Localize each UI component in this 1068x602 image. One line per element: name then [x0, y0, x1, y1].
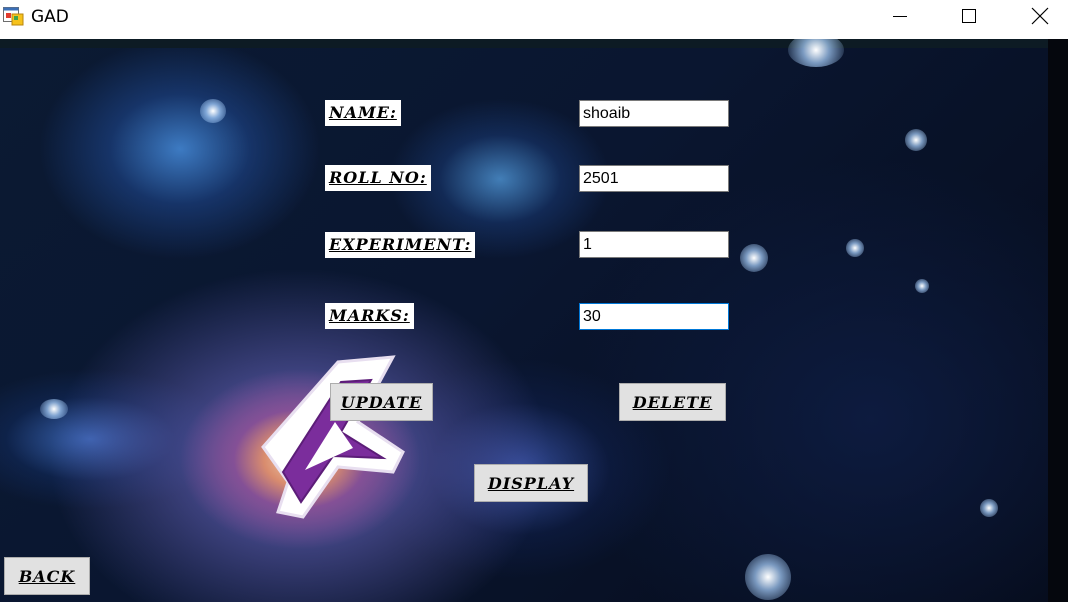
window-title: GAD — [31, 7, 69, 27]
experiment-label: EXPERIMENT: — [325, 232, 476, 258]
sparkle-decoration — [915, 279, 929, 293]
right-border-strip — [1048, 39, 1068, 602]
app-form-icon — [3, 5, 24, 26]
top-border-strip — [0, 39, 1068, 48]
name-input[interactable] — [579, 100, 729, 127]
experiment-input[interactable] — [579, 231, 729, 258]
form-background — [0, 39, 1068, 602]
update-button[interactable]: UPDATE — [330, 383, 433, 421]
sparkle-decoration — [40, 399, 68, 419]
back-button[interactable]: BACK — [4, 557, 90, 595]
display-button[interactable]: DISPLAY — [474, 464, 588, 502]
sparkle-decoration — [846, 239, 864, 257]
sparkle-decoration — [788, 39, 844, 67]
close-button[interactable] — [1017, 0, 1063, 32]
delete-button[interactable]: DELETE — [619, 383, 726, 421]
minimize-icon — [893, 16, 907, 17]
maximize-button[interactable] — [946, 0, 992, 32]
sparkle-decoration — [980, 499, 998, 517]
close-icon — [1031, 7, 1049, 25]
name-label: NAME: — [325, 100, 401, 126]
maximize-icon — [962, 9, 976, 23]
marks-label: MARKS: — [325, 303, 414, 329]
sparkle-decoration — [745, 554, 791, 600]
marks-input[interactable] — [579, 303, 729, 330]
sparkle-decoration — [200, 99, 226, 123]
sparkle-decoration — [740, 244, 768, 272]
title-bar: GAD — [0, 0, 1068, 38]
minimize-button[interactable] — [877, 0, 923, 32]
sparkle-decoration — [905, 129, 927, 151]
app-logo-icon — [261, 355, 405, 519]
roll-no-input[interactable] — [579, 165, 729, 192]
roll-no-label: ROLL NO: — [325, 165, 431, 191]
